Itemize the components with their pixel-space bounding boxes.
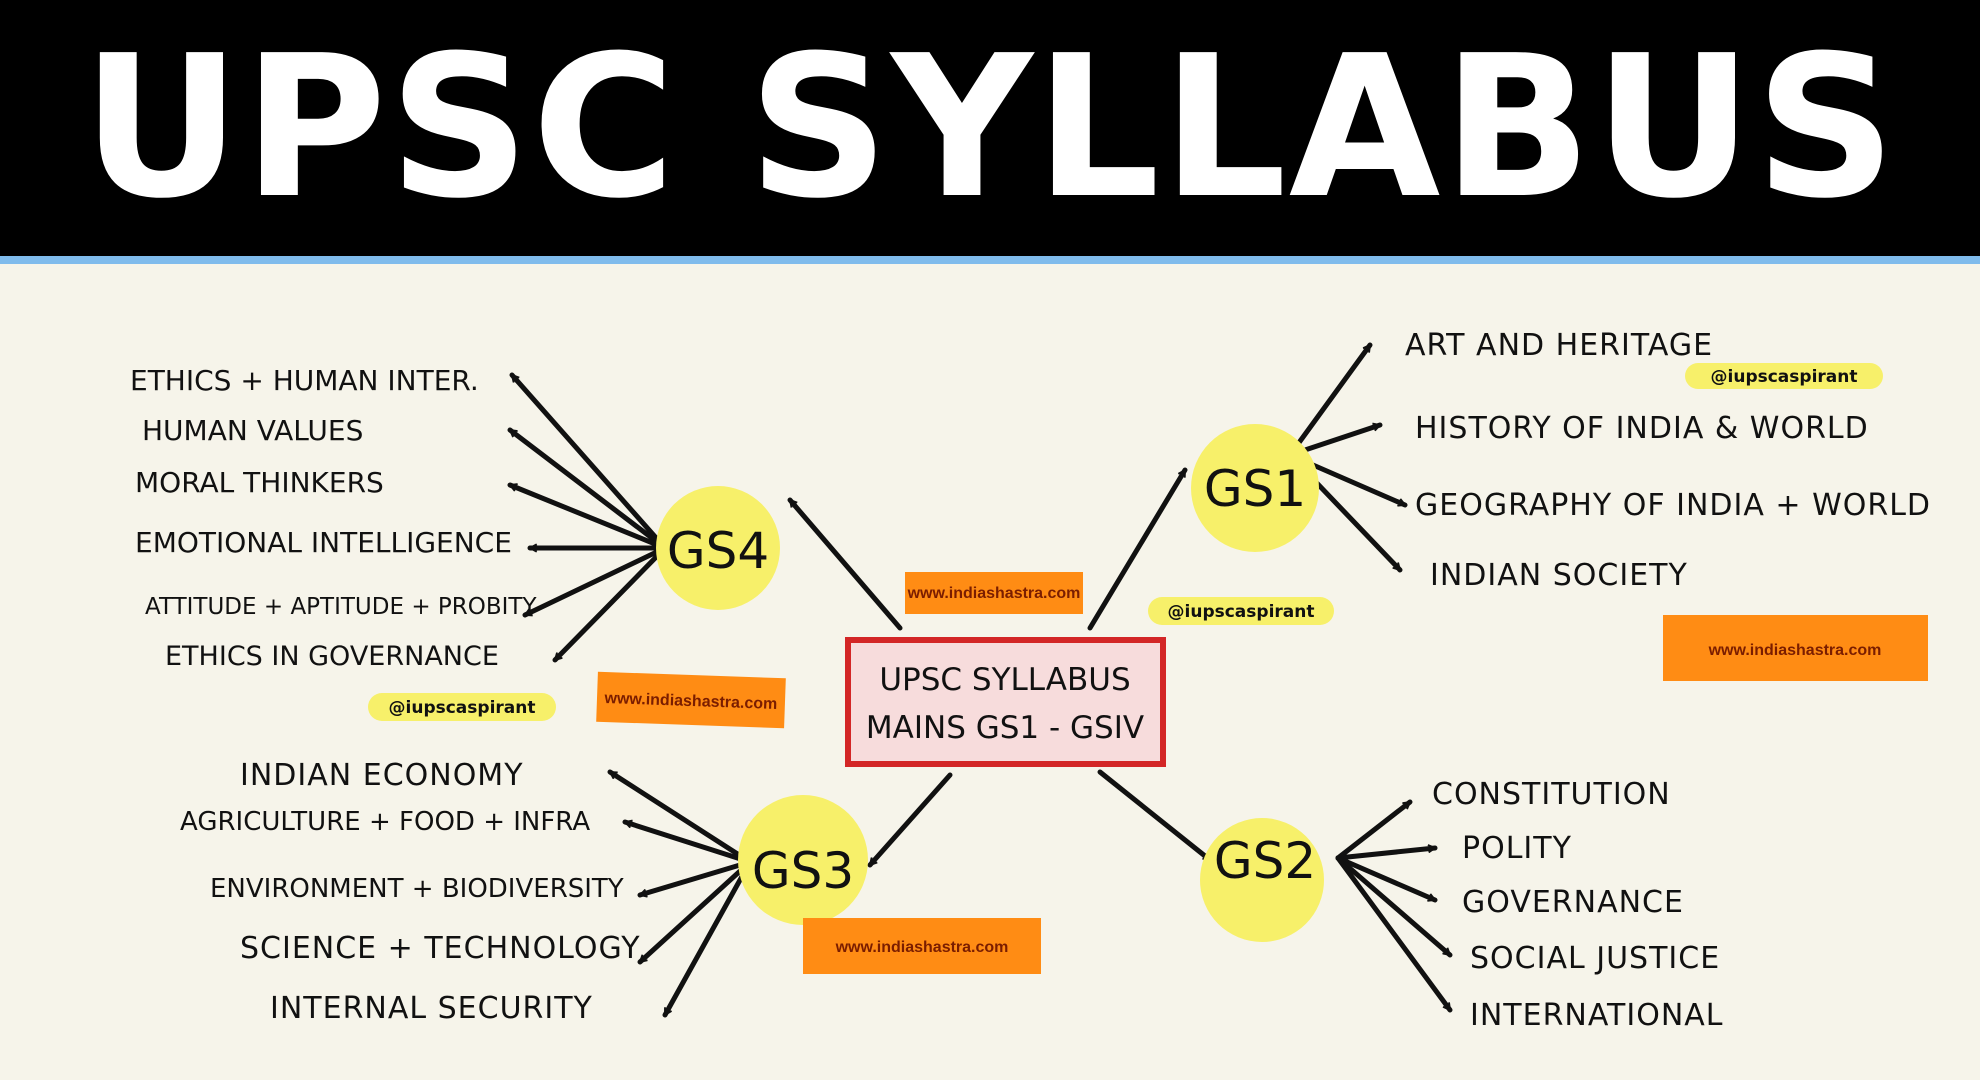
website-tag: www.indiashastra.com xyxy=(596,671,786,729)
gs2-node: GS2 xyxy=(1200,818,1324,942)
gs3-node: GS3 xyxy=(738,795,868,925)
handle-tag: @iupscaspirant xyxy=(1148,597,1334,625)
center-node: UPSC SYLLABUS MAINS GS1 - GSIV xyxy=(845,637,1166,767)
gs3-topic-environment: ENVIRONMENT + BIODIVERSITY xyxy=(210,874,624,904)
gs4-topic-attitude-aptitude: ATTITUDE + APTITUDE + PROBITY xyxy=(145,594,537,620)
svg-text:www.indiashastra.com: www.indiashastra.com xyxy=(835,939,1009,956)
website-tag: www.indiashastra.com xyxy=(1663,615,1928,681)
connector-gs4-topic xyxy=(507,427,668,551)
connector-gs2-topic xyxy=(1335,855,1453,958)
banner: UPSC SYLLABUS xyxy=(0,0,1980,264)
connector-center-gs3 xyxy=(867,772,953,868)
gs1-topic-geography: GEOGRAPHY OF INDIA + WORLD xyxy=(1415,488,1931,523)
gs4-node: GS4 xyxy=(656,486,780,610)
gs2-topic-international: INTERNATIONAL xyxy=(1470,998,1724,1033)
gs4-topic-ethics-human-interface: ETHICS + HUMAN INTER. xyxy=(130,364,479,397)
handle-tag: @iupscaspirant xyxy=(1685,363,1883,389)
gs1-topic-art-heritage: ART AND HERITAGE xyxy=(1405,328,1713,363)
gs1-topic-society: INDIAN SOCIETY xyxy=(1430,558,1688,593)
center-subtitle: MAINS GS1 - GSIV xyxy=(866,710,1144,746)
gs2-topic-governance: GOVERNANCE xyxy=(1462,885,1684,920)
svg-text:@iupscaspirant: @iupscaspirant xyxy=(389,698,536,718)
gs4-topic-ethics-governance: ETHICS IN GOVERNANCE xyxy=(165,641,499,672)
handle-tag: @iupscaspirant xyxy=(368,693,556,721)
connector-gs1-topic xyxy=(1287,342,1373,458)
gs2-topic-polity: POLITY xyxy=(1462,831,1572,866)
gs1-node: GS1 xyxy=(1191,424,1319,552)
gs4-label: GS4 xyxy=(667,522,769,580)
connector-gs3-topic xyxy=(622,819,753,865)
banner-title: UPSC SYLLABUS xyxy=(81,14,1899,242)
website-tag: www.indiashastra.com xyxy=(905,572,1083,614)
gs3-topic-economy: INDIAN ECONOMY xyxy=(240,758,524,793)
svg-text:www.indiashastra.com: www.indiashastra.com xyxy=(1708,642,1882,659)
connector-center-gs4 xyxy=(787,497,903,631)
gs2-topic-constitution: CONSTITUTION xyxy=(1432,777,1671,812)
svg-text:www.indiashastra.com: www.indiashastra.com xyxy=(907,585,1081,602)
connector-gs4-topic xyxy=(509,372,668,551)
connector-gs3-topic xyxy=(607,769,753,865)
connector-gs4-topic xyxy=(522,545,668,618)
connector-center-gs2 xyxy=(1097,769,1213,863)
gs2-topic-social-justice: SOCIAL JUSTICE xyxy=(1470,941,1720,976)
center-title: UPSC SYLLABUS xyxy=(879,662,1130,698)
mind-map: UPSC SYLLABUS MAINS GS1 - GSIV GS1 GS2 G… xyxy=(130,328,1931,1033)
mind-map-board: UPSC SYLLABUS MAINS GS1 - GSIV GS1 GS2 G… xyxy=(0,264,1980,1080)
connector-gs4-topic xyxy=(507,482,668,551)
svg-text:@iupscaspirant: @iupscaspirant xyxy=(1168,602,1315,622)
gs1-topic-history: HISTORY OF INDIA & WORLD xyxy=(1415,411,1869,446)
gs3-topic-science: SCIENCE + TECHNOLOGY xyxy=(240,931,641,966)
gs3-topic-internal-security: INTERNAL SECURITY xyxy=(270,991,593,1026)
gs4-topic-emotional-intelligence: EMOTIONAL INTELLIGENCE xyxy=(135,526,512,559)
gs4-topic-human-values: HUMAN VALUES xyxy=(142,414,363,447)
gs3-label: GS3 xyxy=(752,842,854,900)
svg-text:@iupscaspirant: @iupscaspirant xyxy=(1711,367,1858,387)
gs1-label: GS1 xyxy=(1204,460,1306,518)
gs3-topic-agriculture: AGRICULTURE + FOOD + INFRA xyxy=(180,807,590,837)
connector-gs4-topic xyxy=(552,545,668,663)
gs2-label: GS2 xyxy=(1214,832,1316,890)
gs4-topic-moral-thinkers: MORAL THINKERS xyxy=(135,466,384,499)
website-tag: www.indiashastra.com xyxy=(803,918,1041,974)
